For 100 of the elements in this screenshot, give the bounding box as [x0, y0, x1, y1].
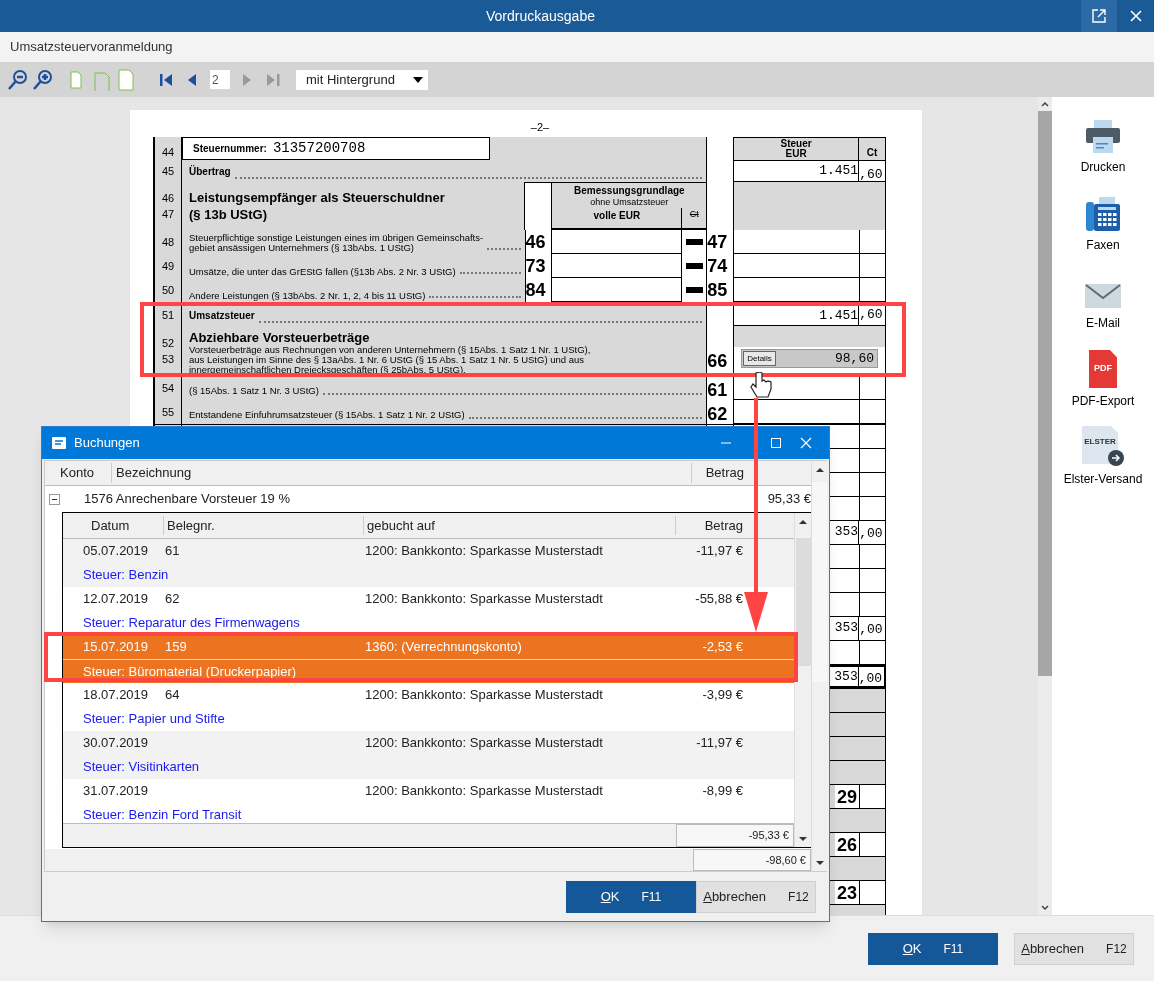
subtotal-field: -95,33 € — [676, 824, 794, 847]
booking-note: Steuer: Reparatur des Firmenwagens — [82, 614, 300, 633]
line-number: 51 — [161, 308, 175, 324]
background-select[interactable]: mit Hintergrund — [296, 69, 428, 90]
close-icon[interactable] — [800, 437, 812, 449]
row-label: Vorsteuerbeträge aus Rechnungen von anderen Unternehmern (§ 15Abs. 1 Satz 1 Nr. 1 UStG), — [189, 345, 592, 355]
dash-mark — [685, 287, 703, 293]
input-cell — [859, 254, 886, 278]
action-button[interactable]: E-Mail — [1055, 268, 1151, 332]
ok-button[interactable]: OK F11 — [566, 880, 696, 913]
dropdown-caret-icon — [413, 76, 423, 83]
action-button[interactable]: Drucken — [1055, 112, 1151, 176]
field-code: 66 — [707, 352, 728, 370]
pdf-file-icon: PDF — [1089, 350, 1117, 388]
date-cell-text: 30.07.2019 — [82, 734, 150, 753]
group-amount: 95,33 € — [767, 490, 811, 509]
receipt-cell: 61 — [165, 543, 180, 559]
action-button[interactable]: ELSTER Elster-Versand — [1055, 424, 1151, 488]
amount-cell-text: -11,97 € — [696, 734, 743, 753]
row-label: Umsätze, die unter das GrEStG fallen (§13b Abs. 2 Nr. 3 UStG) — [189, 267, 456, 277]
amount-field[interactable]: Details 98,60 — [741, 349, 878, 368]
ok-button[interactable]: OK F11 — [868, 932, 998, 965]
pop-out-button[interactable] — [1081, 0, 1117, 32]
booking-row[interactable]: 30.07.2019 1200: Bankkonto: Sparkasse Musterstadt -11,97 € Steuer: Visitinkarten — [63, 731, 794, 779]
fax-icon — [1085, 196, 1121, 232]
scrollbar-thumb[interactable] — [812, 482, 827, 682]
envelope-icon — [1085, 282, 1121, 310]
amount-cell-text: -2,53 € — [702, 638, 743, 657]
cent-value: ,60 — [859, 167, 883, 182]
column-header[interactable]: Belegnr. — [163, 515, 363, 536]
date-cell-text: 15.07.2019 — [82, 638, 150, 657]
details-button[interactable]: Details — [743, 351, 776, 366]
account-cell-text: 1200: Bankkonto: Sparkasse Musterstadt — [364, 782, 604, 801]
booking-note: Steuer: Visitinkarten — [82, 758, 200, 777]
dash-mark — [685, 263, 703, 269]
amount-value: 1.451 — [819, 306, 859, 325]
scrollbar[interactable] — [811, 461, 827, 871]
column-header: EUR — [785, 149, 807, 159]
column-header: ohne Umsatzsteuer — [589, 197, 670, 208]
amount-value: 353 — [834, 668, 858, 686]
field-code: 84 — [525, 281, 546, 299]
cent-value: ,00 — [858, 671, 883, 686]
row-label: (§ 15Abs. 1 Satz 1 Nr. 3 UStG) — [189, 383, 319, 398]
tax-id-field: Steuernummer: 31357200708 — [182, 137, 490, 160]
amount-cell-text: -11,97 € — [696, 542, 743, 561]
zoom-in-icon[interactable] — [32, 68, 54, 91]
line-number: 45 — [161, 163, 175, 179]
row-label: aus Leistungen im Sinne des § 13aAbs. 1 Nr. 6 UStG (§ 15 Abs. 1 Satz 1 Nr. 5 UStG) und aus — [189, 355, 584, 365]
field-code: 62 — [707, 405, 728, 423]
scrollbar[interactable] — [1038, 97, 1052, 915]
collapse-icon[interactable] — [49, 493, 60, 505]
booking-row[interactable]: 05.07.2019 61 1200: Bankkonto: Sparkasse Musterstadt -11,97 € Steuer: Benzin — [63, 539, 794, 587]
column-header[interactable]: Konto — [45, 463, 111, 483]
date-cell-text: 05.07.2019 — [82, 542, 150, 561]
action-button[interactable]: Faxen — [1055, 190, 1151, 254]
receipt-cell: 62 — [165, 591, 180, 607]
app-icon — [52, 436, 66, 450]
receipt-cell: 159 — [165, 639, 187, 655]
row-label: gebiet ansässigen Unternehmers (§ 13bAbs. 1 UStG) — [189, 243, 415, 253]
leader-dots — [487, 248, 521, 250]
date-cell-text: 31.07.2019 — [82, 782, 150, 801]
receipt-cell: 64 — [165, 687, 180, 703]
amount-cell-text: -8,99 € — [702, 782, 743, 801]
booking-note: Steuer: Benzin — [82, 566, 169, 585]
close-icon — [1129, 10, 1142, 22]
row-label: Umsatzsteuer — [189, 309, 255, 323]
section-heading: Abziehbare Vorsteuerbeträge — [189, 330, 371, 345]
line-number: 49 — [161, 258, 175, 274]
input-cell — [859, 376, 886, 400]
amount-cell-text: -3,99 € — [702, 686, 743, 705]
field-code: 85 — [707, 281, 728, 299]
column-header: Steuer — [780, 139, 812, 149]
scrollbar-thumb[interactable] — [795, 538, 811, 666]
dash-mark — [685, 239, 703, 245]
line-number: 47 — [161, 207, 175, 222]
cancel-button[interactable]: Abbrechen F12 — [1014, 932, 1134, 965]
page-number-field[interactable]: 2 — [210, 70, 230, 89]
amount-value: 353 — [834, 523, 859, 541]
cancel-button[interactable]: Abbrechen F12 — [696, 880, 816, 913]
leader-dots — [459, 272, 521, 274]
maximize-icon[interactable] — [770, 437, 782, 449]
zoom-out-icon[interactable] — [7, 68, 29, 91]
cent-value: ,60 — [859, 307, 883, 322]
row-label: Steuerpflichtige sonstige Leistungen eines im übrigen Gemeinschafts- — [189, 233, 484, 243]
scrollbar[interactable] — [794, 513, 811, 847]
booking-note: Steuer: Papier und Stifte — [82, 710, 225, 729]
date-cell-text: 18.07.2019 — [82, 686, 150, 705]
column-header[interactable]: gebucht auf — [363, 515, 675, 536]
booking-note: Steuer: Büromaterial (Druckerpapier) — [82, 662, 297, 681]
action-button[interactable]: PDF PDF-Export — [1055, 346, 1151, 410]
column-header[interactable]: Datum — [63, 515, 163, 536]
amount-value: 1.451 — [819, 162, 859, 180]
input-cell — [859, 230, 886, 254]
window-title: Vordruckausgabe — [485, 6, 596, 26]
cent-value: ,00 — [859, 526, 883, 541]
scrollbar-thumb[interactable] — [1038, 111, 1052, 676]
column-header[interactable]: Bezeichnung — [111, 463, 691, 483]
row-label: Entstandene Einfuhrumsatzsteuer (§ 15Abs. 1 Satz 1 Nr. 2 UStG) — [189, 407, 465, 422]
column-header: Ct — [866, 146, 878, 160]
line-number: 52 — [161, 335, 175, 351]
